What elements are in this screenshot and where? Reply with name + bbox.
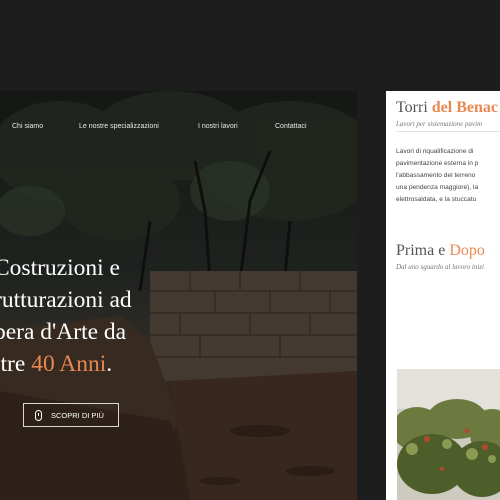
headline-accent: 40 Anni [31,351,107,377]
divider [396,131,500,132]
project-title-accent: del Benac [431,99,498,116]
before-after-accent: Dopo [449,242,485,259]
project-title-plain: Torri [396,99,432,116]
headline-line-4-prefix: ltre [0,351,26,377]
before-photo[interactable] [397,369,500,500]
headline-line-1: Costruzioni e [0,255,120,281]
hero-section: Chi siamo Le nostre specializzazioni I n… [0,91,357,500]
nav-item-contattaci[interactable]: Contattaci [275,123,307,130]
discover-more-button[interactable]: SCOPRI DI PIÙ [23,403,119,427]
before-after-plain: Prima e [396,242,450,259]
main-navigation: Chi siamo Le nostre specializzazioni I n… [0,123,357,135]
garden-photo-image [397,369,500,500]
description-line: una pendenza maggiore), la [396,184,479,191]
nav-item-lavori[interactable]: I nostri lavori [198,123,238,130]
before-after-subtitle: Dal uno sguardo al lavoro inizi [396,263,484,271]
description-line: l'abbassamento del terreno [396,172,476,179]
description-line: Lavori di riqualificazione di [396,148,474,155]
nav-item-chi-siamo[interactable]: Chi siamo [12,123,43,130]
headline-line-4-suffix: . [106,351,113,377]
hero-headline: Costruzioni e rutturazioni ad pera d'Art… [0,252,354,380]
project-card: Torri del Benac Lavori per sistemazione … [386,91,500,500]
cta-label: SCOPRI DI PIÙ [51,410,104,420]
description-line: elettrosaldata, e la stuccatu [396,196,477,203]
headline-line-3: pera d'Arte da [0,319,127,345]
headline-line-2: rutturazioni ad [0,287,132,313]
project-description: Lavori di riqualificazione di pavimentaz… [396,146,500,206]
nav-item-specializzazioni[interactable]: Le nostre specializzazioni [79,123,159,130]
description-line: pavimentazione esterna in p [396,160,479,167]
project-title: Torri del Benac [396,99,498,117]
project-subtitle: Lavori per sistemazione pavim [396,120,483,128]
mouse-icon [35,409,42,421]
before-after-title: Prima e Dopo [396,242,485,260]
